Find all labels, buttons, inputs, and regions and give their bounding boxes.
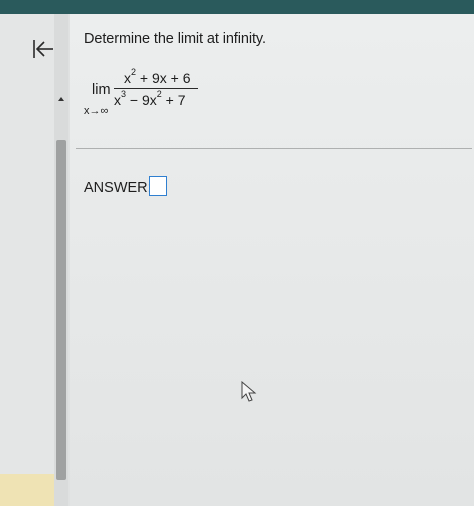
numerator-term: + 9x + 6	[136, 70, 191, 86]
mouse-pointer-icon	[241, 381, 257, 402]
denominator-exponent: 2	[156, 89, 162, 100]
fraction: x2 + 9x + 6 x3 − 9x2 + 7	[114, 64, 198, 122]
denominator-term: + 7	[161, 92, 186, 108]
triangle-up-icon[interactable]	[56, 94, 66, 104]
numerator-exponent: 2	[131, 67, 137, 78]
numerator-term: x	[124, 70, 131, 86]
denominator-term: − 9x	[126, 92, 157, 108]
denominator: x3 − 9x2 + 7	[114, 89, 186, 108]
answer-input[interactable]	[149, 176, 167, 196]
fraction-bar	[114, 88, 198, 89]
scrollbar-thumb[interactable]	[56, 140, 66, 480]
collapse-panel-button[interactable]	[30, 37, 56, 61]
limit-expression: lim x→∞ x2 + 9x + 6 x3 − 9x2 + 7	[84, 64, 204, 124]
denominator-exponent: 3	[121, 89, 127, 100]
denominator-term: x	[114, 92, 121, 108]
divider	[76, 148, 472, 149]
lim-word: lim	[92, 82, 111, 98]
question-prompt: Determine the limit at infinity.	[84, 31, 266, 47]
lim-subscript: x→∞	[84, 105, 109, 117]
question-panel: Determine the limit at infinity. lim x→∞…	[70, 14, 474, 506]
scrollbar[interactable]	[54, 14, 68, 506]
left-panel	[0, 14, 54, 506]
top-bar	[0, 0, 474, 14]
numerator: x2 + 9x + 6	[124, 67, 191, 86]
bottom-tab	[0, 474, 54, 506]
answer-label: ANSWER:	[84, 180, 152, 196]
collapse-left-icon	[33, 40, 53, 58]
